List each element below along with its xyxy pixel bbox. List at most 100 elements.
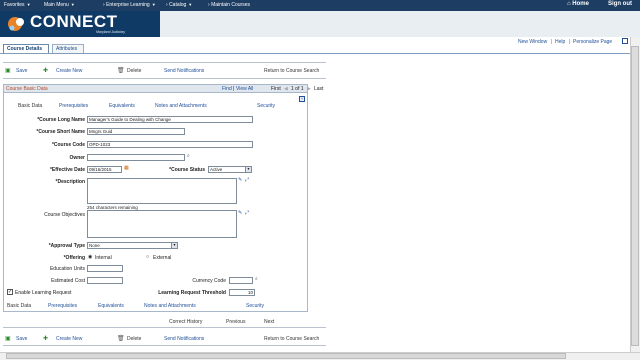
course-code-input[interactable]: OPD-1023 bbox=[87, 141, 253, 148]
view-all-link[interactable]: View All bbox=[236, 86, 253, 92]
prev-arrow-icon[interactable]: ◀ bbox=[284, 86, 288, 92]
expand-text-icon[interactable]: ⤢ bbox=[245, 210, 249, 216]
bottom-tab-security[interactable]: Security bbox=[246, 303, 264, 309]
create-new-button[interactable]: Create New bbox=[56, 68, 82, 74]
first-link[interactable]: First bbox=[271, 86, 281, 92]
pagetab-security[interactable]: Security bbox=[257, 103, 275, 109]
course-status-label: *Course Status bbox=[169, 167, 205, 173]
currency-code-label: Currency Code bbox=[192, 278, 226, 284]
add-row-icon[interactable]: + bbox=[299, 96, 305, 102]
tab-underline bbox=[0, 53, 640, 54]
bottom-tab-equivalents[interactable]: Equivalents bbox=[98, 303, 124, 309]
separator: | bbox=[569, 39, 571, 45]
return-to-search-link[interactable]: Return to Course Search bbox=[264, 68, 319, 74]
chevron-down-icon: ▼ bbox=[171, 243, 177, 248]
previous-button[interactable]: Previous bbox=[226, 319, 245, 325]
menu-label: Catalog bbox=[169, 2, 187, 8]
course-status-select[interactable]: Active ▼ bbox=[208, 166, 252, 173]
currency-code-input[interactable] bbox=[229, 277, 253, 284]
save-button[interactable]: Save bbox=[16, 68, 27, 74]
menu-enterprise-learning[interactable]: › Enterprise Learning ▼ bbox=[103, 2, 156, 8]
expand-icon[interactable] bbox=[622, 38, 628, 44]
send-notifications-button[interactable]: Send Notifications bbox=[164, 68, 204, 74]
spellcheck-icon[interactable]: ✎ bbox=[238, 210, 242, 216]
pagetab-basic-data[interactable]: Basic Data bbox=[18, 103, 42, 109]
home-icon: ⌂ bbox=[567, 1, 571, 7]
approval-type-select[interactable]: None ▼ bbox=[87, 242, 178, 249]
bottom-tab-basic-data[interactable]: Basic Data bbox=[7, 303, 31, 309]
learning-request-threshold-label: Learning Request Threshold bbox=[158, 290, 226, 296]
menu-maintain-courses[interactable]: › Maintain Courses bbox=[208, 2, 250, 8]
trash-icon: 🗑 bbox=[117, 68, 125, 74]
vertical-scroll-thumb[interactable] bbox=[631, 46, 639, 346]
help-link[interactable]: Help bbox=[555, 39, 565, 45]
divider bbox=[3, 327, 326, 328]
menu-label: Main Menu bbox=[44, 2, 69, 8]
chevron-down-icon: ▼ bbox=[245, 167, 251, 172]
expand-text-icon[interactable]: ⤢ bbox=[245, 177, 249, 183]
horizontal-scroll-thumb[interactable] bbox=[6, 353, 566, 359]
description-textarea[interactable] bbox=[87, 178, 237, 204]
separator: | bbox=[233, 86, 235, 92]
create-new-icon: ✚ bbox=[43, 336, 49, 342]
pagetab-notes-attachments[interactable]: Notes and Attachments bbox=[155, 103, 207, 109]
return-to-search-link-bottom[interactable]: Return to Course Search bbox=[264, 336, 319, 342]
pager-text: 1 of 1 bbox=[291, 86, 304, 92]
spellcheck-icon[interactable]: ✎ bbox=[238, 177, 242, 183]
find-link[interactable]: Find bbox=[222, 86, 232, 92]
brand-subtitle: Maryland Judiciary bbox=[96, 30, 126, 34]
personalize-page-link[interactable]: Personalize Page bbox=[573, 39, 612, 45]
panel-header bbox=[3, 84, 308, 93]
course-short-name-input[interactable]: Mngrs Guid bbox=[87, 128, 185, 135]
home-link[interactable]: ⌂ Home bbox=[567, 1, 589, 7]
tab-course-details[interactable]: Course Details bbox=[3, 44, 49, 53]
signout-link[interactable]: Sign out bbox=[608, 1, 632, 7]
delete-button[interactable]: Delete bbox=[127, 68, 141, 74]
breadcrumb-sep-icon: › bbox=[103, 2, 105, 8]
course-code-label: *Course Code bbox=[51, 142, 85, 148]
education-units-input[interactable] bbox=[87, 265, 123, 272]
search-icon[interactable]: ⌕ bbox=[255, 276, 258, 282]
connect-logo-icon bbox=[8, 17, 24, 31]
bottom-tab-prerequisites[interactable]: Prerequisites bbox=[48, 303, 77, 309]
menu-main[interactable]: Main Menu ▼ bbox=[44, 2, 75, 8]
tab-attributes[interactable]: Attributes bbox=[52, 44, 84, 53]
pagetab-prerequisites[interactable]: Prerequisites bbox=[59, 103, 88, 109]
new-window-link[interactable]: New Window bbox=[518, 39, 547, 45]
offering-external-radio[interactable]: ○ bbox=[146, 254, 149, 260]
send-notifications-button-bottom[interactable]: Send Notifications bbox=[164, 336, 204, 342]
create-new-button-bottom[interactable]: Create New bbox=[56, 336, 82, 342]
description-label: *Description bbox=[55, 179, 85, 185]
next-button[interactable]: Next bbox=[264, 319, 274, 325]
offering-label: *Offering bbox=[63, 255, 85, 261]
create-new-icon: ✚ bbox=[43, 68, 49, 74]
course-short-name-label: *Course Short Name bbox=[36, 129, 85, 135]
effective-date-input[interactable]: 09/16/2015 bbox=[87, 166, 122, 173]
owner-label: Owner bbox=[69, 155, 85, 161]
search-icon[interactable]: ⌕ bbox=[187, 153, 190, 159]
delete-button-bottom[interactable]: Delete bbox=[127, 336, 141, 342]
home-label: Home bbox=[572, 1, 589, 7]
learning-request-threshold-input[interactable]: 10 bbox=[229, 289, 255, 296]
next-arrow-icon[interactable]: ▶ bbox=[307, 86, 311, 92]
course-objectives-textarea[interactable] bbox=[87, 210, 237, 238]
course-long-name-input[interactable]: Manager's Guide to Dealing with Change bbox=[87, 116, 253, 123]
breadcrumb-sep-icon: › bbox=[208, 2, 210, 8]
calendar-icon[interactable]: ▦ bbox=[124, 165, 129, 171]
offering-internal-radio[interactable]: ◉ bbox=[88, 254, 92, 260]
bottom-tab-notes-attachments[interactable]: Notes and Attachments bbox=[144, 303, 196, 309]
breadcrumb-sep-icon: › bbox=[166, 2, 168, 8]
menu-label: Enterprise Learning bbox=[106, 2, 150, 8]
approval-type-value: None bbox=[89, 243, 100, 248]
pagetab-equivalents[interactable]: Equivalents bbox=[109, 103, 135, 109]
menu-catalog[interactable]: › Catalog ▼ bbox=[166, 2, 192, 8]
estimated-cost-input[interactable] bbox=[87, 277, 123, 284]
owner-input[interactable] bbox=[87, 154, 185, 161]
course-status-value: Active bbox=[210, 167, 223, 172]
course-long-name-label: *Course Long Name bbox=[37, 117, 85, 123]
correct-history-button[interactable]: Correct History bbox=[169, 319, 202, 325]
save-button-bottom[interactable]: Save bbox=[16, 336, 27, 342]
menu-favorites[interactable]: Favorites ▼ bbox=[4, 2, 31, 8]
enable-learning-request-checkbox[interactable]: ✓ bbox=[7, 289, 13, 295]
last-link[interactable]: Last bbox=[314, 86, 323, 92]
